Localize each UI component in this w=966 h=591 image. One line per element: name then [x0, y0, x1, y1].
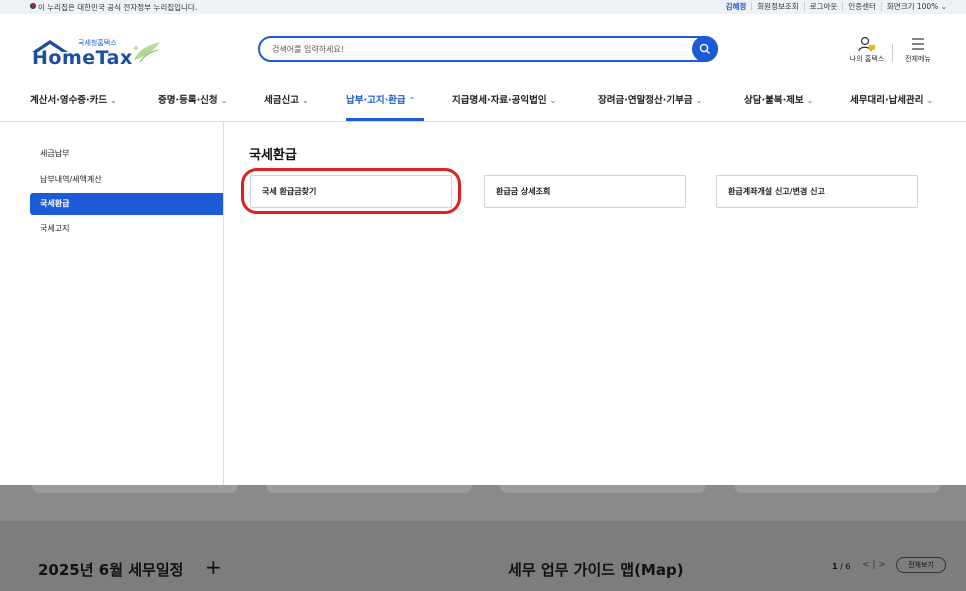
- find-refund-button[interactable]: 국세 환급금찾기: [250, 175, 452, 208]
- all-menu-label: 전체메뉴: [905, 55, 931, 63]
- all-menu-button[interactable]: 전체메뉴: [900, 36, 936, 64]
- screen-size-dropdown[interactable]: 화면크기 100% ⌄: [880, 2, 952, 11]
- sidebar-item-national-tax-notice[interactable]: 국세고지: [30, 218, 223, 240]
- background-card: [500, 485, 706, 493]
- chevron-down-icon: ⌄: [301, 96, 309, 105]
- chevron-down-icon: ⌄: [549, 96, 557, 105]
- nav-certificate-registration[interactable]: 증명·등록·신청 ⌄: [158, 92, 227, 106]
- utility-links: 김혜정 회원정보조회 로그아웃 인증센터 화면크기 100% ⌄: [721, 2, 952, 11]
- sidebar-item-tax-payment[interactable]: 세금납부: [30, 143, 223, 165]
- background-card: [266, 485, 472, 493]
- nav-payment-statement[interactable]: 지급명세·자료·공익법인 ⌄: [452, 92, 556, 106]
- member-info-link[interactable]: 회원정보조회: [751, 2, 803, 11]
- mega-menu-panel: 세금납부 납부내역/세액계산 국세환급 국세고지 국세환급 국세 환급금찾기 환…: [0, 122, 966, 485]
- next-arrow-icon[interactable]: >: [878, 560, 886, 570]
- chevron-up-icon: ⌃: [408, 96, 416, 105]
- chevron-down-icon: ⌄: [695, 96, 703, 105]
- pager-arrows: < | >: [862, 560, 886, 570]
- chevron-down-icon: ⌄: [110, 96, 117, 105]
- nav-tax-agent[interactable]: 세무대리·납세관리 ⌄: [850, 92, 933, 106]
- leaf-decoration-icon: [134, 42, 160, 63]
- chevron-down-icon: ⌄: [806, 96, 814, 105]
- view-all-button[interactable]: 전체보기: [896, 557, 946, 573]
- hamburger-icon: [912, 38, 924, 50]
- nav-consult-appeal[interactable]: 상담·불복·제보 ⌄: [744, 92, 813, 106]
- gov-notice-text: 이 누리집은 대한민국 공식 전자정부 누리집입니다.: [38, 3, 198, 12]
- my-hometax-button[interactable]: 나의 홈택스: [846, 36, 888, 64]
- nav-incentive-yearend[interactable]: 장려금·연말정산·기부금 ⌄: [598, 92, 702, 106]
- nav-label: 증명·등록·신청: [158, 95, 218, 106]
- nav-invoice-receipt-card[interactable]: 계산서·영수증·카드 ⌄: [30, 92, 117, 106]
- prev-arrow-icon[interactable]: <: [862, 560, 870, 570]
- cert-center-link[interactable]: 인증센터: [842, 2, 881, 11]
- dimmed-background: 2025년 6월 세무일정 + 세무 업무 가이드 맵(Map) 1 / 6 <…: [0, 485, 966, 591]
- nav-label: 장려금·연말정산·기부금: [598, 95, 693, 106]
- logo-text: HomeTax: [32, 47, 133, 69]
- sidebar-item-payment-history[interactable]: 납부내역/세액계산: [30, 169, 223, 191]
- section-title: 국세환급: [249, 148, 297, 163]
- refund-account-button[interactable]: 환급계좌개설 신고/변경 신고: [716, 175, 918, 208]
- chevron-down-icon: ⌄: [220, 96, 228, 105]
- mega-menu-sidebar: 세금납부 납부내역/세액계산 국세환급 국세고지: [0, 122, 224, 485]
- nav-payment-notice-refund[interactable]: 납부·고지·환급 ⌃: [346, 92, 415, 106]
- nav-label: 지급명세·자료·공익법인: [452, 95, 547, 106]
- nav-label: 계산서·영수증·카드: [30, 95, 108, 106]
- logout-link[interactable]: 로그아웃: [803, 2, 843, 11]
- header-divider: [892, 44, 893, 62]
- page-current: 1: [832, 562, 838, 571]
- chevron-down-icon: ⌄: [926, 96, 934, 105]
- nav-label: 납부·고지·환급: [346, 95, 406, 106]
- nav-label: 세무대리·납세관리: [850, 95, 924, 106]
- background-card: [734, 485, 940, 493]
- guide-map-title: 세무 업무 가이드 맵(Map): [508, 561, 684, 579]
- search-input[interactable]: [272, 42, 672, 56]
- nav-label: 상담·불복·제보: [744, 95, 804, 106]
- user-name-link[interactable]: 김혜정: [721, 2, 752, 11]
- site-header: 국세청홈택스 HomeTax 나의 홈택스 전체메: [0, 14, 966, 78]
- page-total: / 6: [840, 562, 851, 571]
- active-nav-underline: [346, 118, 424, 121]
- nav-label: 세금신고: [264, 95, 299, 106]
- my-hometax-label: 나의 홈택스: [849, 55, 885, 63]
- search-button[interactable]: [692, 36, 718, 62]
- gov-banner: 이 누리집은 대한민국 공식 전자정부 누리집입니다. 김혜정 회원정보조회 로…: [0, 0, 966, 14]
- background-section: [0, 521, 966, 591]
- sidebar-item-national-tax-refund[interactable]: 국세환급: [30, 193, 223, 215]
- nav-tax-filing[interactable]: 세금신고 ⌄: [264, 92, 309, 106]
- tax-schedule-title: 2025년 6월 세무일정: [38, 561, 184, 579]
- main-nav: 계산서·영수증·카드 ⌄ 증명·등록·신청 ⌄ 세금신고 ⌄ 납부·고지·환급 ⌃ 지급…: [0, 78, 966, 122]
- page-indicator: 1 / 6: [832, 562, 850, 571]
- search-icon: [699, 43, 710, 54]
- user-lock-icon: [858, 36, 875, 52]
- plus-icon[interactable]: +: [205, 555, 222, 579]
- refund-detail-button[interactable]: 환급금 상세조회: [484, 175, 686, 208]
- search-bar: [258, 36, 718, 62]
- background-card: [32, 485, 238, 493]
- korea-flag-icon: [30, 3, 36, 9]
